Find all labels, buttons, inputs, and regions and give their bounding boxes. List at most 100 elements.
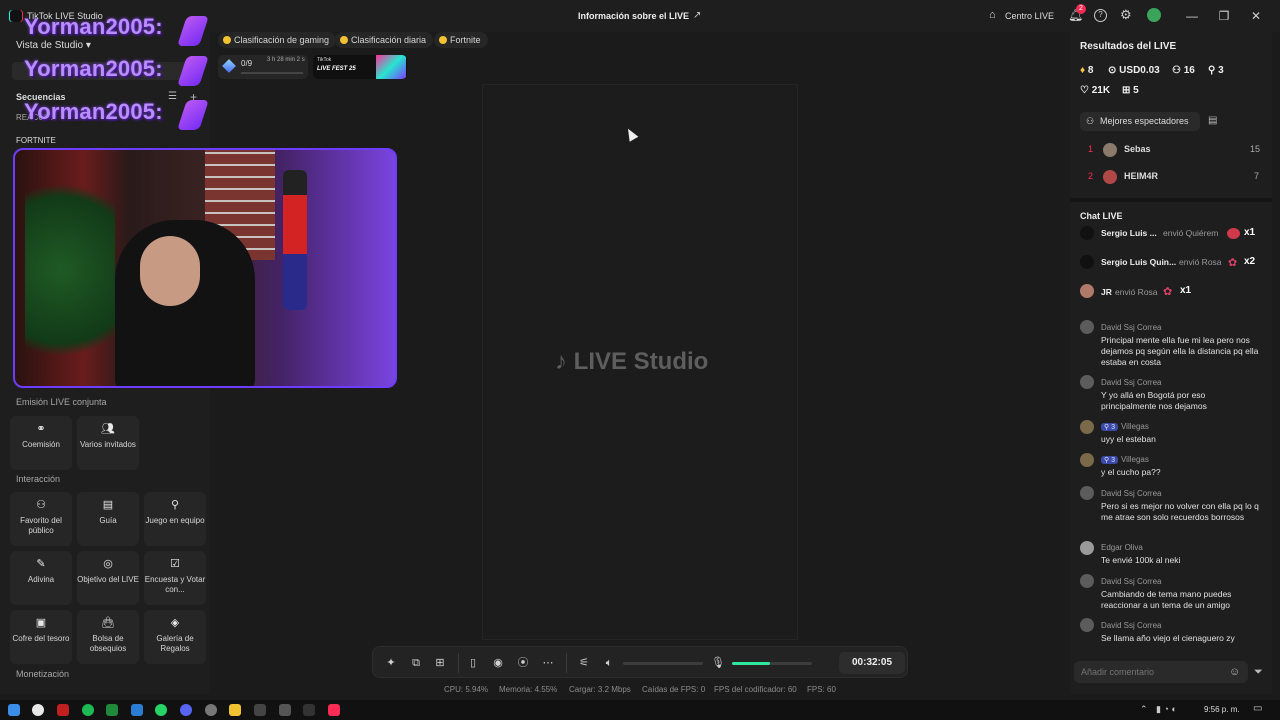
followers-value: 3 [1218, 65, 1224, 76]
close-icon[interactable]: ✕ [1247, 8, 1265, 24]
chat-username[interactable]: David Ssj Correa [1101, 489, 1161, 498]
gaming-ranking-pill[interactable]: Clasificación de gaming [218, 32, 337, 48]
spotify-icon[interactable] [82, 704, 94, 716]
fortnite-pill[interactable]: Fortnite [434, 32, 488, 48]
settings-icon[interactable] [205, 704, 217, 716]
chat-username[interactable]: David Ssj Correa [1101, 323, 1161, 332]
discord-icon[interactable] [180, 704, 192, 716]
goal-card[interactable]: 0/9 3 h 28 min 2 s [218, 55, 308, 79]
app-icon[interactable] [254, 704, 266, 716]
chat-username[interactable]: Edgar Oliva [1101, 543, 1143, 552]
upload-status: Cargar: 3.2 Mbps [569, 685, 631, 694]
daily-ranking-pill[interactable]: Clasificación diaria [335, 32, 434, 48]
app-icon[interactable] [303, 704, 315, 716]
avatar[interactable] [1080, 226, 1094, 240]
favorite-audience-button[interactable]: ⚇ Favorito del público [10, 492, 72, 546]
list-icon[interactable]: ☰ [168, 91, 177, 102]
speaker-icon[interactable]: 🔈︎ [601, 655, 617, 671]
multi-guest-button[interactable]: 👥︎ Varios invitados [77, 416, 139, 470]
top-viewer-name[interactable]: HEIM4R [1124, 171, 1158, 181]
app-icon[interactable] [57, 704, 69, 716]
filter-icon[interactable]: ⏷ [1254, 666, 1263, 679]
avatar[interactable] [1080, 420, 1094, 434]
minimize-icon[interactable]: — [1183, 8, 1201, 24]
poll-button[interactable]: ☑ Encuesta y Votar con... [144, 551, 206, 605]
gift-gallery-button[interactable]: ◈ Galería de Regalos [144, 610, 206, 664]
stream-canvas[interactable]: ♪ LIVE Studio [482, 84, 798, 640]
live-info-title[interactable]: Información sobre el LIVE [578, 11, 689, 21]
webcam-preview[interactable] [13, 148, 397, 388]
phone-icon[interactable]: ▯ [465, 655, 481, 671]
add-source-icon[interactable]: ⊞ [432, 655, 448, 671]
microphone-icon[interactable]: 🎙︎ [710, 655, 726, 671]
emoji-icon[interactable]: ☺ [1229, 666, 1240, 678]
record-icon[interactable]: ◉ [490, 655, 506, 671]
tray-icons[interactable]: ▮ ◔ ◐ [1156, 704, 1177, 715]
studio-view-dropdown[interactable]: Vista de Studio ▾ [16, 40, 91, 51]
share-icon[interactable]: ↗ [693, 10, 701, 21]
home-icon[interactable]: ⌂ [989, 9, 996, 21]
chat-username-row[interactable]: ⚲ 3 Villegas [1101, 455, 1149, 464]
gifts-value: 5 [1133, 85, 1139, 96]
maximize-icon[interactable]: ❐ [1215, 8, 1233, 24]
tray-arrow-icon[interactable]: ⌃ [1140, 704, 1148, 715]
top-viewer-name[interactable]: Sebas [1124, 144, 1151, 154]
chat-username[interactable]: David Ssj Correa [1101, 577, 1161, 586]
avatar[interactable] [1080, 255, 1094, 269]
badge-level: 3 [1111, 457, 1115, 464]
chat-username[interactable]: David Ssj Correa [1101, 621, 1161, 630]
notification-badge: 2 [1076, 4, 1086, 14]
avatar[interactable] [1103, 170, 1117, 184]
avatar[interactable] [1080, 453, 1094, 467]
settings-sliders-icon[interactable]: ⚟ [576, 655, 592, 671]
folder-icon[interactable] [229, 704, 241, 716]
live-fest-banner[interactable]: TikTok LIVE FEST 25 [313, 55, 407, 79]
tiktok-live-studio-icon[interactable] [328, 704, 340, 716]
chat-username-row[interactable]: ⚲ 3 Villegas [1101, 422, 1149, 431]
top-viewers-label: Mejores espectadores [1100, 116, 1189, 126]
interaction-title: Interacción [16, 474, 61, 484]
app-icon[interactable] [279, 704, 291, 716]
comment-input[interactable] [1074, 661, 1248, 683]
watermark-text: LIVE Studio [573, 348, 709, 375]
app-icon[interactable] [131, 704, 143, 716]
chest-icon: ▣ [35, 617, 47, 629]
chat-username[interactable]: David Ssj Correa [1101, 378, 1161, 387]
centro-live-link[interactable]: Centro LIVE [1005, 11, 1054, 21]
excel-icon[interactable] [106, 704, 118, 716]
document-icon[interactable]: ▤ [1208, 115, 1217, 126]
avatar[interactable] [1080, 618, 1094, 632]
gear-icon[interactable]: ⚙ [1120, 7, 1132, 23]
avatar[interactable] [1080, 541, 1094, 555]
top-viewers-button[interactable]: ⚇ Mejores espectadores [1080, 112, 1200, 131]
avatar[interactable] [1103, 143, 1117, 157]
treasure-chest-button[interactable]: ▣ Cofre del tesoro [10, 610, 72, 664]
more-icon[interactable]: ⋯ [540, 655, 556, 671]
team-game-button[interactable]: ⚲ Juego en equipo [144, 492, 206, 546]
camera-record-icon[interactable]: ⦿ [515, 655, 531, 671]
whatsapp-icon[interactable] [155, 704, 167, 716]
gift-bag-button[interactable]: 👜︎ Bolsa de obsequios [77, 610, 139, 664]
avatar[interactable] [1080, 320, 1094, 334]
avatar[interactable] [1080, 284, 1094, 298]
notification-center-icon[interactable]: ▭ [1253, 703, 1262, 714]
divider [458, 653, 459, 673]
screen-share-icon[interactable]: ⧉ [408, 655, 424, 671]
guess-button[interactable]: ✎ Adivina [10, 551, 72, 605]
windows-start-icon[interactable] [8, 704, 20, 716]
coemision-button[interactable]: ⚭ Coemisión [10, 416, 72, 470]
speaker-volume-slider[interactable] [623, 662, 703, 665]
avatar[interactable] [1080, 574, 1094, 588]
magic-wand-icon[interactable]: ✦ [383, 655, 399, 671]
chrome-icon[interactable] [32, 704, 44, 716]
fps-drop-status: Caídas de FPS: 0 [642, 685, 706, 694]
help-icon[interactable]: ? [1094, 9, 1107, 22]
live-goal-button[interactable]: ◎ Objetivo del LIVE [77, 551, 139, 605]
avatar[interactable] [1080, 375, 1094, 389]
avatar[interactable] [1080, 486, 1094, 500]
avatar[interactable] [1147, 8, 1161, 22]
chat-message: y el cucho pa?? [1101, 467, 1161, 477]
mic-volume-slider[interactable] [732, 662, 812, 665]
tile-label: Cofre del tesoro [12, 634, 70, 643]
guide-button[interactable]: ▤ Guía [77, 492, 139, 546]
